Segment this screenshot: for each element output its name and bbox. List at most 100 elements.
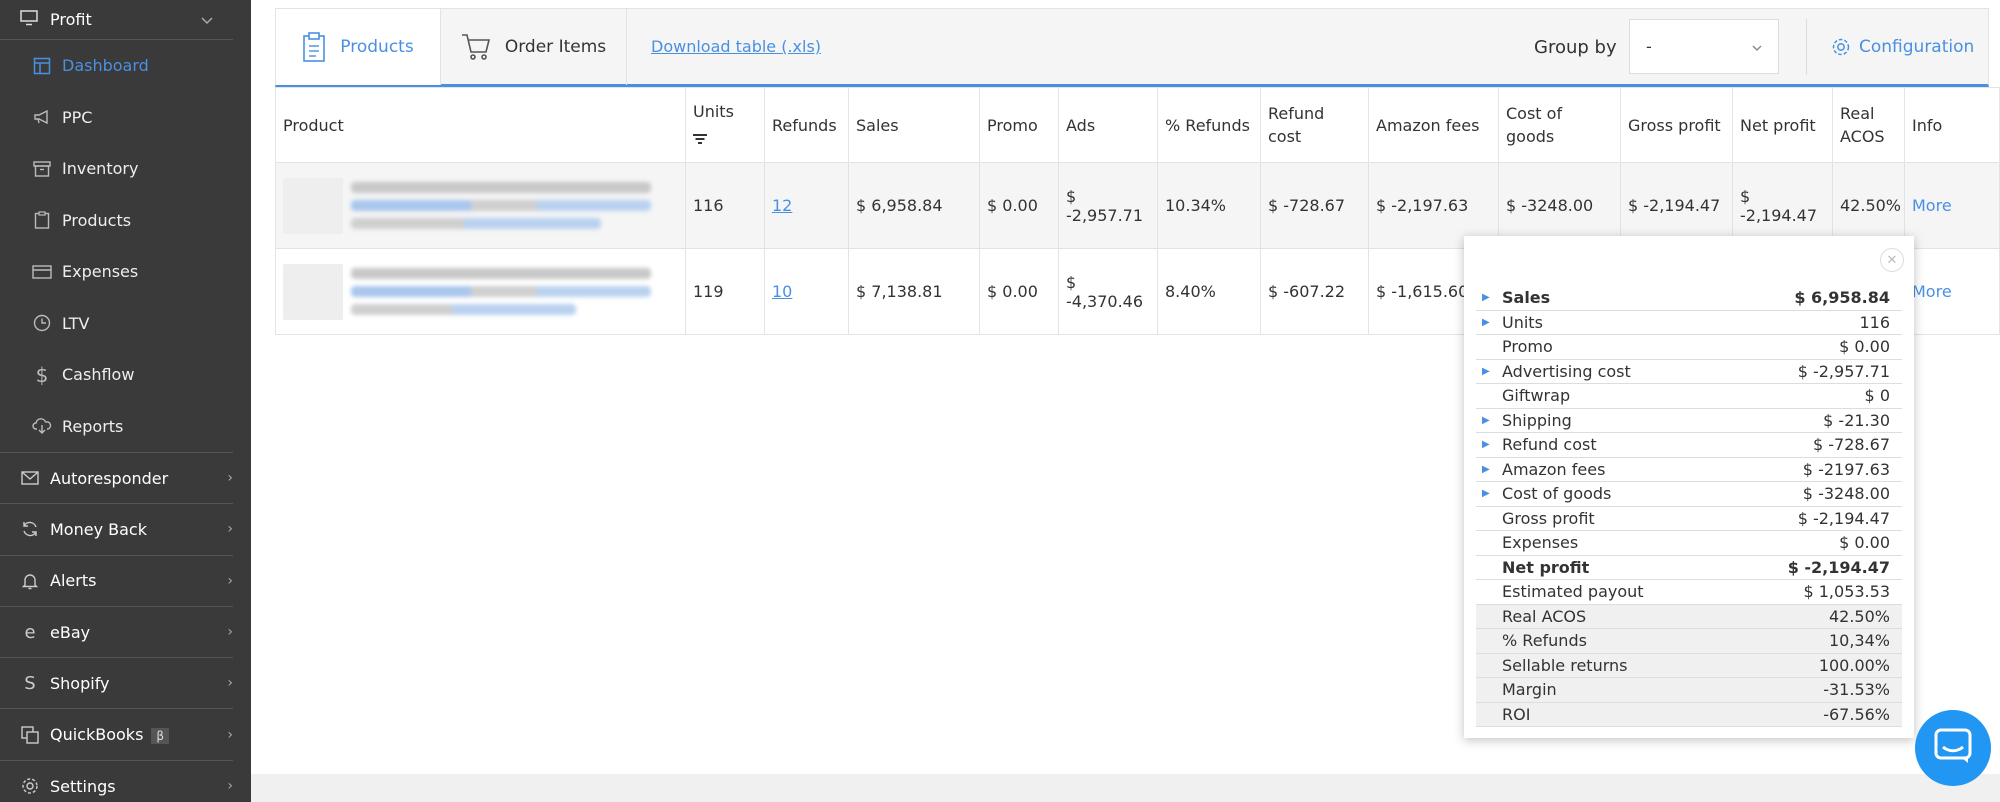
configuration-button[interactable]: Configuration <box>1831 37 1974 57</box>
col-header-promo[interactable]: Promo <box>979 87 1059 163</box>
breakdown-label: Gross profit <box>1502 508 1595 528</box>
chevron-down-icon <box>201 10 213 29</box>
breakdown-row[interactable]: ▶ Shipping $ -21.30 <box>1476 409 1902 433</box>
cart-icon <box>461 33 491 61</box>
breakdown-value: -67.56% <box>1823 704 1890 724</box>
col-header-pct-refunds[interactable]: % Refunds <box>1157 87 1261 163</box>
sidebar-item-ltv[interactable]: LTV <box>0 298 251 350</box>
refunds-link[interactable]: 10 <box>772 282 792 301</box>
expand-triangle-icon[interactable]: ▶ <box>1476 292 1502 303</box>
sidebar-item-label: PPC <box>62 107 93 127</box>
sidebar-group-settings[interactable]: Settings › <box>0 761 233 802</box>
sidebar-item-reports[interactable]: Reports <box>0 401 251 453</box>
more-link[interactable]: More <box>1912 282 1952 301</box>
table-header-row: Product Units Refunds Sales Promo Ads % … <box>275 87 2000 163</box>
sidebar-item-products[interactable]: Products <box>0 195 251 247</box>
group-by-select[interactable]: - <box>1629 19 1779 74</box>
sidebar-group-shopify[interactable]: S Shopify › <box>0 658 233 710</box>
sidebar-group-autoresponder[interactable]: Autoresponder › <box>0 453 233 505</box>
col-header-refunds[interactable]: Refunds <box>764 87 849 163</box>
breakdown-list: ▶ Sales $ 6,958.84 ▶ Units 116 Promo $ 0.00 ▶ Adv… <box>1476 286 1902 727</box>
expand-triangle-icon[interactable]: ▶ <box>1476 317 1502 328</box>
sidebar: Profit Dashboard PPC Inventory Products … <box>0 0 251 802</box>
toolbar: Products Order Items Download table (.xl… <box>275 8 1989 87</box>
refunds-cell: 10 <box>764 248 849 335</box>
col-header-product[interactable]: Product <box>275 87 686 163</box>
sidebar-item-inventory[interactable]: Inventory <box>0 143 251 195</box>
sidebar-group-ebay[interactable]: e eBay › <box>0 607 233 659</box>
sidebar-item-cashflow[interactable]: $ Cashflow <box>0 349 251 401</box>
breakdown-label: Real ACOS <box>1502 606 1587 626</box>
col-header-gross-profit[interactable]: Gross profit <box>1620 87 1733 163</box>
breakdown-value: $ -2197.63 <box>1802 459 1890 479</box>
breakdown-row[interactable]: ▶ Refund cost $ -728.67 <box>1476 433 1902 458</box>
nav-profit[interactable]: Profit <box>0 0 233 40</box>
clipboard-icon <box>32 210 52 230</box>
sidebar-item-ppc[interactable]: PPC <box>0 92 251 144</box>
breakdown-value: 100.00% <box>1818 655 1890 675</box>
expand-triangle-icon[interactable]: ▶ <box>1476 488 1502 499</box>
sidebar-group-label: Shopify <box>50 673 110 693</box>
expand-triangle-icon[interactable]: ▶ <box>1476 366 1502 377</box>
group-by-value: - <box>1646 37 1652 56</box>
sidebar-item-expenses[interactable]: Expenses <box>0 246 251 298</box>
col-header-cost-of-goods[interactable]: Cost of goods <box>1498 87 1621 163</box>
col-header-amazon-fees[interactable]: Amazon fees <box>1368 87 1499 163</box>
product-cell[interactable] <box>275 248 686 335</box>
breakdown-row[interactable]: ▶ Units 116 <box>1476 311 1902 335</box>
breakdown-row[interactable]: ▶ Advertising cost $ -2,957.71 <box>1476 360 1902 384</box>
breakdown-value: $ 0.00 <box>1839 337 1890 357</box>
col-header-net-profit[interactable]: Net profit <box>1732 87 1833 163</box>
col-header-sales[interactable]: Sales <box>848 87 980 163</box>
sidebar-item-label: Reports <box>62 416 124 436</box>
more-link[interactable]: More <box>1912 196 1952 215</box>
refunds-link[interactable]: 12 <box>772 196 792 215</box>
refund-cost-cell: $ -607.22 <box>1260 248 1369 335</box>
tab-label: Order Items <box>504 37 607 57</box>
units-cell: 116 <box>685 162 765 249</box>
expand-triangle-icon[interactable]: ▶ <box>1476 439 1502 450</box>
sidebar-group-alerts[interactable]: Alerts › <box>0 556 233 607</box>
tab-products[interactable]: Products <box>276 9 441 85</box>
ads-cell: $ -4,370.46 <box>1058 248 1158 335</box>
breakdown-label: Shipping <box>1502 410 1572 430</box>
expand-triangle-icon[interactable]: ▶ <box>1476 415 1502 426</box>
expand-triangle-icon[interactable]: ▶ <box>1476 464 1502 475</box>
product-cell[interactable] <box>275 162 686 249</box>
sidebar-group-label: Money Back <box>50 519 147 539</box>
col-header-refund-cost[interactable]: Refund cost <box>1260 87 1369 163</box>
pct-refunds-cell: 8.40% <box>1157 248 1261 335</box>
col-header-ads[interactable]: Ads <box>1058 87 1158 163</box>
beta-badge: β <box>151 728 170 745</box>
breakdown-label: Giftwrap <box>1502 386 1571 406</box>
col-header-real-acos[interactable]: Real ACOS <box>1832 87 1905 163</box>
breakdown-label: Expenses <box>1502 533 1579 553</box>
nav-profit-label: Profit <box>50 10 92 29</box>
sidebar-group-money-back[interactable]: Money Back › <box>0 504 233 556</box>
tab-order-items[interactable]: Order Items <box>441 9 627 85</box>
close-icon[interactable]: ✕ <box>1880 248 1904 272</box>
sidebar-group-quickbooks[interactable]: QuickBooks β › <box>0 709 233 761</box>
breakdown-row: Estimated payout $ 1,053.53 <box>1476 580 1902 605</box>
chat-button[interactable] <box>1915 710 1991 786</box>
breakdown-row[interactable]: ▶ Cost of goods $ -3248.00 <box>1476 482 1902 507</box>
breakdown-row: Giftwrap $ 0 <box>1476 384 1902 409</box>
clock-icon <box>32 313 52 333</box>
col-header-units[interactable]: Units <box>685 87 765 163</box>
quickbooks-icon <box>20 725 40 745</box>
sidebar-item-label: Expenses <box>62 262 139 282</box>
breakdown-value: 10,34% <box>1828 631 1890 651</box>
chat-icon <box>1934 728 1972 768</box>
breakdown-label: Sales <box>1502 288 1551 308</box>
breakdown-row: Net profit $ -2,194.47 <box>1476 556 1902 580</box>
breakdown-row[interactable]: ▶ Sales $ 6,958.84 <box>1476 286 1902 311</box>
promo-cell: $ 0.00 <box>979 162 1059 249</box>
download-table-link[interactable]: Download table (.xls) <box>651 37 821 56</box>
breakdown-row[interactable]: ▶ Amazon fees $ -2197.63 <box>1476 458 1902 482</box>
breakdown-value: $ -3248.00 <box>1802 484 1890 504</box>
sort-icon[interactable] <box>693 127 757 150</box>
ads-cell: $ -2,957.71 <box>1058 162 1158 249</box>
sidebar-item-dashboard[interactable]: Dashboard <box>0 40 251 92</box>
dollar-icon: $ <box>35 362 49 387</box>
breakdown-label: Net profit <box>1502 557 1590 577</box>
